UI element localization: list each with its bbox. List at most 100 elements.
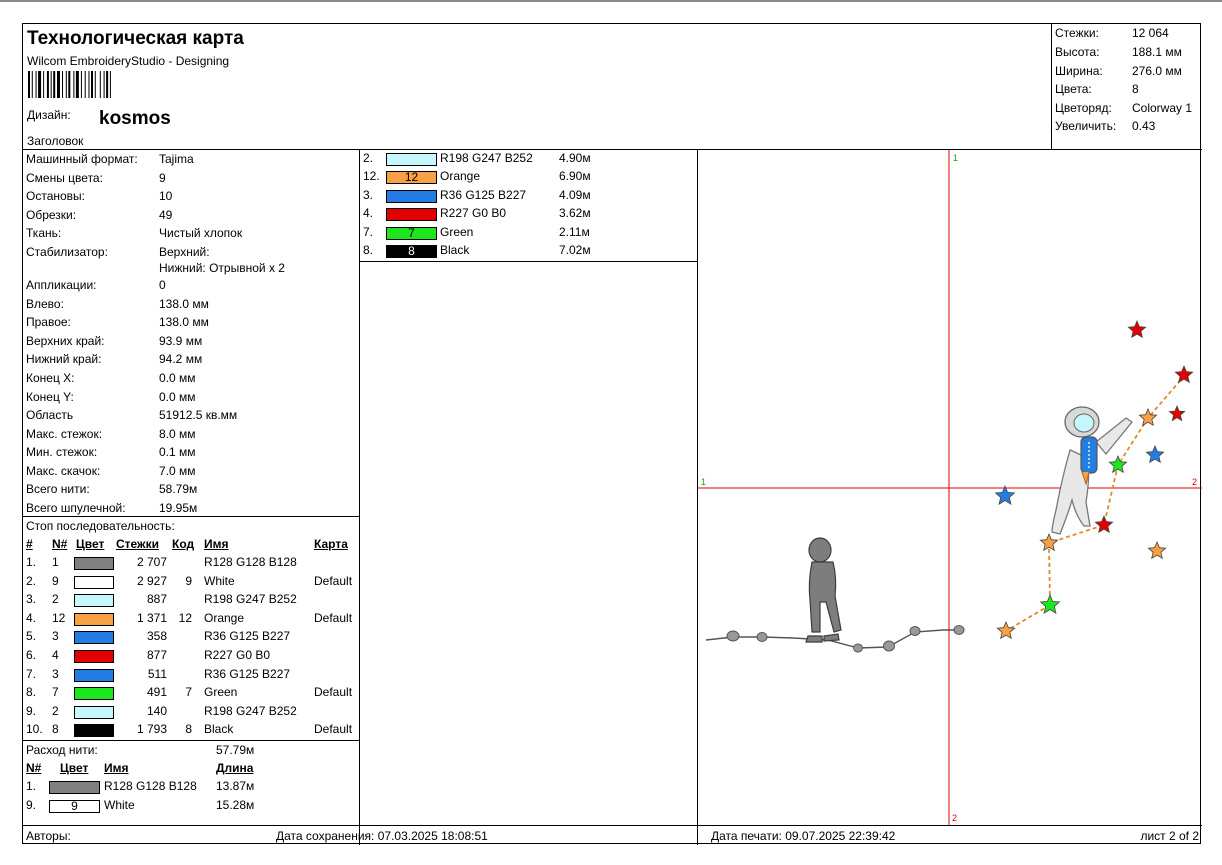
table-row: 6. 4 877 R227 G0 B0 [23,648,360,666]
parameter-label: Смены цвета: [26,171,103,185]
table-row: 9. 2 140 R198 G247 B252 [23,704,360,722]
guide-marker-bottom: 2 [952,813,957,823]
cell-n: 7. [363,224,374,239]
cell-name: R227 G0 B0 [204,648,271,662]
table-row: 4. 12 1 371 12 Orange Default [23,611,360,629]
parameter-value: 0.0 мм [159,371,196,385]
parameter-label: Конец X: [26,371,75,385]
cell-num: 10. [26,722,43,737]
cell-length: 2.11м [559,224,590,239]
cell-n: 7 [52,685,59,700]
parameter-label: Правое: [26,315,71,329]
parameter-label: Область [26,408,74,422]
table-row: 7. Green 2.11м 7 [360,225,697,243]
parameter-value: 9 [159,171,166,185]
table-row: 4. R227 G0 B0 3.62м [360,206,697,224]
summary-row: Высота: 188.1 мм [1055,45,1182,59]
table-row: 2. R198 G247 B252 4.90м [360,151,697,169]
parameter-value: 0.0 мм [159,390,196,404]
cell-code: 7 [185,685,192,700]
cell-n: 2 [52,592,59,607]
cell-name: R198 G247 B252 [204,703,297,718]
cell-num: 3. [26,592,37,607]
cell-name: R128 G128 B128 [204,555,297,569]
color-swatch [74,631,114,645]
cell-length: 15.28м [216,797,255,812]
summary-row: Ширина: 276.0 мм [1055,64,1182,78]
cell-code: 8 [185,722,192,737]
parameter-label: Макс. скачок: [26,464,101,478]
cell-num: 9. [26,703,37,718]
parameter-value-secondary: Нижний: Отрывной x 2 [159,261,285,275]
parameter-value: 0 [159,278,166,292]
parameter-value: 93.9 мм [159,334,203,348]
cell-stitches: 491 [146,685,167,700]
cell-n: 8 [52,722,59,737]
table-row: 10. 8 1 793 8 Black Default [23,722,360,740]
cell-n: 4. [363,206,374,221]
thread-usage-header: N# Цвет Имя Длина [26,761,254,775]
star-icon [994,484,1016,505]
cell-chart: Default [314,610,353,625]
footer-page-number: лист 2 of 2 [1140,829,1199,843]
cell-chart: Default [314,685,353,700]
window-top-border [0,0,1222,2]
cell-chart: Default [314,722,353,737]
color-swatch: 7 [386,226,437,240]
cell-chart: Default [314,573,353,588]
cell-n: 9 [52,573,59,588]
stop-sequence-header: # N# Цвет Стежки Код Имя Карта [26,537,348,551]
star-icon [1108,454,1128,474]
parameter-value: 138.0 мм [159,315,209,329]
color-swatch [74,724,114,738]
parameter-label: Мин. стежок: [26,445,98,459]
parameter-value: 10 [159,189,173,203]
color-swatch [74,705,114,719]
color-swatch [386,189,437,203]
summary-row: Увеличить: 0.43 [1055,119,1156,133]
page-title: Технологическая карта [27,28,244,49]
parameter-value: 51912.5 кв.мм [159,408,238,422]
cell-name: R36 G125 B227 [440,187,527,202]
stop-sequence-section: Стоп последовательность: # N# Цвет Стежк… [23,516,360,740]
cell-name: Orange [204,610,245,625]
cell-n: 3 [52,666,59,681]
footer-saved-date: Дата сохранения: 07.03.2025 18:08:51 [276,829,488,843]
cell-n: 2 [52,703,59,718]
table-row: 1. R128 G128 B128 13.87м [23,779,360,797]
cell-n: 1. [26,779,37,793]
color-swatch [74,650,114,663]
cell-n: 12 [52,610,66,625]
cell-n: 3. [363,187,374,202]
cell-length: 4.90м [559,151,591,165]
parameter-label: Ткань: [26,226,62,240]
cell-stitches: 887 [146,592,167,607]
color-swatch [74,612,114,626]
cell-name: White [104,797,135,812]
color-swatch [49,781,100,794]
cell-name: R198 G247 B252 [440,151,533,165]
table-row: 9. White 15.28м 9 [23,798,360,816]
cell-name: R198 G247 B252 [204,592,297,607]
cell-length: 4.09м [559,187,591,202]
parameter-label: Остановы: [26,189,86,203]
cell-stitches: 1 793 [136,722,167,737]
parameter-value: Верхний: [159,245,210,259]
color-swatch: 9 [49,799,100,813]
color-swatch [74,687,114,701]
color-swatch: 8 [386,245,437,258]
parameters-column: Машинный формат: Tajima Смены цвета: 9 Остан… [23,150,360,845]
color-swatch [386,153,437,166]
design-label: Дизайн: [27,108,71,122]
table-row: 12. Orange 6.90м 12 [360,169,697,187]
parameter-value: 8.0 мм [159,427,196,441]
parameter-value: 138.0 мм [159,297,209,311]
cell-num: 2. [26,573,37,588]
color-swatch [386,208,437,222]
cell-stitches: 140 [146,703,167,718]
table-row: 5. 3 358 R36 G125 B227 [23,629,360,647]
star-icon [1145,444,1165,464]
cell-num: 8. [26,685,37,700]
cell-num: 7. [26,666,37,681]
table-row: 3. R36 G125 B227 4.09м [360,188,697,206]
